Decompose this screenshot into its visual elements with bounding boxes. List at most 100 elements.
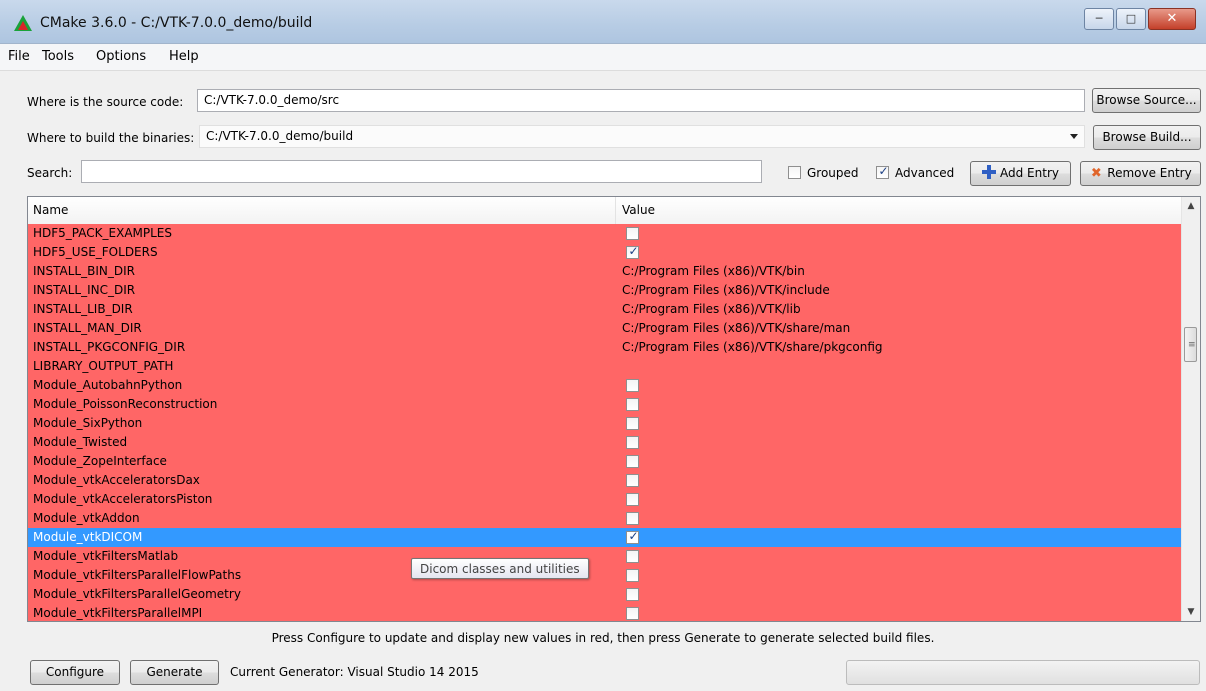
cache-entry-name: INSTALL_INC_DIR xyxy=(33,283,136,297)
scroll-down-icon[interactable]: ▼ xyxy=(1182,603,1200,621)
cache-entry-value[interactable]: C:/Program Files (x86)/VTK/share/man xyxy=(622,321,850,335)
scroll-up-icon[interactable]: ▲ xyxy=(1182,197,1200,215)
table-row[interactable]: Module_vtkAcceleratorsDax xyxy=(28,471,1183,490)
check-icon: ✓ xyxy=(628,244,639,258)
cache-table[interactable]: Name Value HDF5_PACK_EXAMPLES HDF5_USE_FO… xyxy=(27,196,1201,622)
browse-build-button[interactable]: Browse Build... xyxy=(1093,125,1201,150)
table-row[interactable]: Module_vtkFiltersMatlab xyxy=(28,547,1183,566)
cache-entry-checkbox[interactable] xyxy=(626,569,639,582)
cache-entry-name: Module_AutobahnPython xyxy=(33,378,183,392)
cache-entry-checkbox[interactable] xyxy=(626,607,639,620)
grouped-checkbox[interactable] xyxy=(788,166,801,179)
source-path-input[interactable]: C:/VTK-7.0.0_demo/src xyxy=(197,89,1085,112)
cache-entry-value[interactable]: C:/Program Files (x86)/VTK/include xyxy=(622,283,830,297)
cache-entry-checkbox[interactable] xyxy=(626,512,639,525)
table-row[interactable]: Module_vtkFiltersParallelFlowPaths xyxy=(28,566,1183,585)
configure-button[interactable]: Configure xyxy=(30,660,120,685)
cache-entry-checkbox[interactable] xyxy=(626,550,639,563)
cache-entry-name: LIBRARY_OUTPUT_PATH xyxy=(33,359,174,373)
column-divider[interactable] xyxy=(615,197,616,224)
table-row[interactable]: HDF5_USE_FOLDERS ✓ xyxy=(28,243,1183,262)
cache-entry-name: Module_vtkFiltersMatlab xyxy=(33,549,179,563)
menu-bar: File Tools Options Help xyxy=(0,44,1206,71)
build-path-value: C:/VTK-7.0.0_demo/build xyxy=(206,129,354,143)
table-row[interactable]: INSTALL_PKGCONFIG_DIR C:/Program Files (x… xyxy=(28,338,1183,357)
cache-entry-checkbox[interactable]: ✓ xyxy=(626,244,639,259)
cache-entry-name: Module_vtkAcceleratorsPiston xyxy=(33,492,213,506)
close-icon: ✕ xyxy=(1166,11,1178,26)
cache-entry-name: Module_SixPython xyxy=(33,416,143,430)
table-row[interactable]: INSTALL_INC_DIR C:/Program Files (x86)/VT… xyxy=(28,281,1183,300)
title-bar[interactable]: CMake 3.6.0 - C:/VTK-7.0.0_demo/build ─ … xyxy=(0,0,1206,44)
table-row[interactable]: INSTALL_BIN_DIR C:/Program Files (x86)/VT… xyxy=(28,262,1183,281)
chevron-down-icon[interactable] xyxy=(1070,134,1078,139)
cache-entry-checkbox[interactable] xyxy=(626,398,639,411)
table-row[interactable]: Module_vtkFiltersParallelMPI xyxy=(28,604,1183,621)
column-header-value[interactable]: Value xyxy=(622,203,655,217)
search-input[interactable] xyxy=(81,160,762,183)
close-button[interactable]: ✕ xyxy=(1148,8,1196,30)
cache-entry-name: HDF5_USE_FOLDERS xyxy=(33,245,158,259)
cache-entry-name: Module_ZopeInterface xyxy=(33,454,167,468)
table-row[interactable]: INSTALL_LIB_DIR C:/Program Files (x86)/VT… xyxy=(28,300,1183,319)
cache-entry-name: Module_vtkFiltersParallelGeometry xyxy=(33,587,241,601)
cache-entry-checkbox[interactable]: ✓ xyxy=(626,529,639,544)
plus-icon xyxy=(982,165,996,179)
cache-entry-name: INSTALL_BIN_DIR xyxy=(33,264,135,278)
table-row[interactable]: HDF5_PACK_EXAMPLES xyxy=(28,224,1183,243)
cache-entry-name: Module_vtkFiltersParallelFlowPaths xyxy=(33,568,242,582)
table-row[interactable]: Module_vtkAcceleratorsPiston xyxy=(28,490,1183,509)
table-row[interactable]: Module_vtkDICOM ✓ xyxy=(28,528,1183,547)
cache-entry-value[interactable]: C:/Program Files (x86)/VTK/share/pkgconf… xyxy=(622,340,883,354)
menu-file[interactable]: File xyxy=(8,49,30,64)
scrollbar-thumb[interactable]: ≡ xyxy=(1184,327,1197,362)
check-icon: ✓ xyxy=(878,164,889,178)
cache-entry-checkbox[interactable] xyxy=(626,227,639,240)
menu-help[interactable]: Help xyxy=(169,49,199,64)
cache-entry-value[interactable]: C:/Program Files (x86)/VTK/bin xyxy=(622,264,805,278)
column-header-name[interactable]: Name xyxy=(33,203,68,217)
cache-entry-checkbox[interactable] xyxy=(626,474,639,487)
cache-entry-checkbox[interactable] xyxy=(626,417,639,430)
remove-entry-label: Remove Entry xyxy=(1107,166,1192,180)
cmake-logo-icon xyxy=(14,15,32,31)
cache-entry-name: INSTALL_MAN_DIR xyxy=(33,321,142,335)
generate-button[interactable]: Generate xyxy=(130,660,219,685)
maximize-button[interactable]: □ xyxy=(1116,8,1146,30)
advanced-label: Advanced xyxy=(895,166,955,180)
cache-entry-checkbox[interactable] xyxy=(626,455,639,468)
build-path-combo[interactable]: C:/VTK-7.0.0_demo/build xyxy=(199,125,1085,148)
menu-options[interactable]: Options xyxy=(96,49,146,64)
window-controls: ─ □ ✕ xyxy=(1082,8,1196,30)
table-row[interactable]: Module_PoissonReconstruction xyxy=(28,395,1183,414)
cache-entry-checkbox[interactable] xyxy=(626,493,639,506)
table-row[interactable]: Module_Twisted xyxy=(28,433,1183,452)
minimize-button[interactable]: ─ xyxy=(1084,8,1114,30)
cache-entry-name: Module_Twisted xyxy=(33,435,128,449)
cache-entry-name: Module_vtkAcceleratorsDax xyxy=(33,473,200,487)
remove-entry-button[interactable]: ✖ Remove Entry xyxy=(1080,161,1201,186)
cache-entry-name: Module_vtkAddon xyxy=(33,511,140,525)
status-hint: Press Configure to update and display ne… xyxy=(271,631,935,645)
vertical-scrollbar[interactable]: ▲ ≡ ▼ xyxy=(1181,197,1200,621)
add-entry-button[interactable]: Add Entry xyxy=(970,161,1071,186)
cache-entry-name: INSTALL_PKGCONFIG_DIR xyxy=(33,340,186,354)
table-header: Name Value xyxy=(28,197,1183,225)
cache-entry-value[interactable]: C:/Program Files (x86)/VTK/lib xyxy=(622,302,801,316)
table-row[interactable]: INSTALL_MAN_DIR C:/Program Files (x86)/VT… xyxy=(28,319,1183,338)
browse-source-button[interactable]: Browse Source... xyxy=(1092,88,1201,113)
table-row[interactable]: Module_AutobahnPython xyxy=(28,376,1183,395)
cache-entry-checkbox[interactable] xyxy=(626,588,639,601)
table-row[interactable]: Module_SixPython xyxy=(28,414,1183,433)
cache-entry-name: Module_vtkDICOM xyxy=(33,530,143,544)
menu-tools[interactable]: Tools xyxy=(42,49,74,64)
maximize-icon: □ xyxy=(1125,12,1137,25)
table-row[interactable]: Module_vtkFiltersParallelGeometry xyxy=(28,585,1183,604)
advanced-checkbox[interactable]: ✓ xyxy=(876,164,889,179)
progress-bar xyxy=(846,660,1200,685)
cache-entry-checkbox[interactable] xyxy=(626,436,639,449)
cache-entry-checkbox[interactable] xyxy=(626,379,639,392)
table-row[interactable]: LIBRARY_OUTPUT_PATH xyxy=(28,357,1183,376)
table-row[interactable]: Module_ZopeInterface xyxy=(28,452,1183,471)
table-row[interactable]: Module_vtkAddon xyxy=(28,509,1183,528)
